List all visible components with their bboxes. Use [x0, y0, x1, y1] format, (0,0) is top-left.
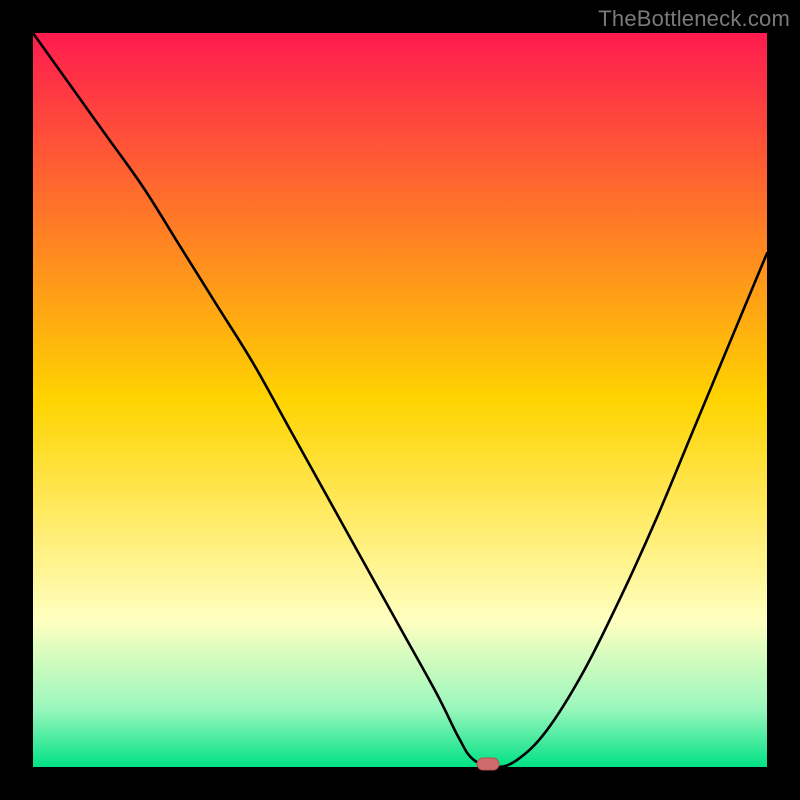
- watermark-text: TheBottleneck.com: [598, 6, 790, 32]
- plot-area: [33, 33, 767, 767]
- chart-svg: [0, 0, 800, 800]
- chart-container: { "watermark": "TheBottleneck.com", "col…: [0, 0, 800, 800]
- minimum-marker: [477, 758, 499, 770]
